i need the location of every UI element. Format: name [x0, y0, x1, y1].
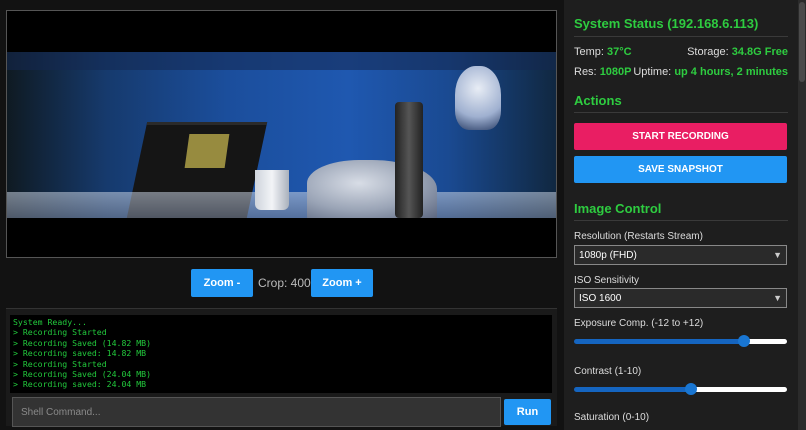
zoom-out-button[interactable]: Zoom - — [191, 269, 253, 297]
divider — [574, 220, 788, 221]
chevron-down-icon: ▼ — [773, 293, 782, 303]
control-panel: System Status (192.168.6.113) Temp: 37°C… — [564, 0, 798, 430]
scene-cup — [255, 170, 289, 210]
start-recording-button[interactable]: START RECORDING — [574, 123, 787, 150]
res-stat: Res: 1080P — [574, 66, 632, 78]
actions-title: Actions — [574, 93, 622, 108]
iso-select[interactable]: ISO 1600 ▼ — [574, 288, 787, 308]
log-line: > Recording Started — [13, 358, 107, 369]
log-line: > Recording Started — [13, 327, 107, 338]
log-line: System Ready... — [13, 317, 87, 327]
video-stream[interactable] — [6, 10, 557, 258]
slider-fill — [574, 339, 744, 344]
iso-label: ISO Sensitivity — [574, 275, 640, 286]
slider-thumb[interactable] — [738, 335, 750, 347]
scene-laptop-screen — [184, 134, 230, 168]
terminal-log[interactable]: System Ready... > Recording Started > Re… — [10, 315, 552, 393]
exposure-label: Exposure Comp. (-12 to +12) — [574, 318, 704, 329]
storage-stat: Storage: 34.8G Free — [687, 46, 788, 58]
resolution-label: Resolution (Restarts Stream) — [574, 231, 703, 242]
slider-fill — [574, 387, 691, 392]
chevron-down-icon: ▼ — [773, 250, 782, 260]
exposure-slider[interactable] — [574, 335, 787, 347]
uptime-stat: Uptime: up 4 hours, 2 minutes — [633, 66, 788, 78]
zoom-in-button[interactable]: Zoom + — [311, 269, 373, 297]
resolution-select[interactable]: 1080p (FHD) ▼ — [574, 245, 787, 265]
save-snapshot-button[interactable]: SAVE SNAPSHOT — [574, 156, 787, 183]
log-line: > Recording saved: 14.82 MB — [13, 348, 147, 359]
shell-command-input[interactable] — [12, 397, 501, 427]
log-line: > Recording Saved (24.04 MB) — [13, 369, 152, 380]
saturation-label: Saturation (0-10) — [574, 412, 650, 423]
contrast-slider[interactable] — [574, 383, 787, 395]
res-value: 1080P — [599, 66, 632, 78]
status-row-1: Temp: 37°C Storage: 34.8G Free — [574, 46, 788, 58]
crop-label: Crop: 400 — [258, 276, 311, 290]
uptime-label: Uptime: — [633, 66, 672, 78]
terminal-panel: System Ready... > Recording Started > Re… — [6, 308, 557, 427]
storage-value: 34.8G Free — [731, 46, 788, 58]
log-line: > Recording Saved (14.82 MB) — [13, 337, 152, 348]
iso-value: ISO 1600 — [579, 292, 622, 304]
main-area: Zoom - Crop: 400 Zoom + System Ready... … — [0, 0, 564, 430]
slider-track — [691, 387, 787, 392]
log-line: > Recording saved: 24.04 MB — [13, 379, 147, 390]
system-status-title: System Status (192.168.6.113) — [574, 16, 759, 31]
uptime-value: up 4 hours, 2 minutes — [674, 66, 788, 78]
slider-thumb[interactable] — [685, 383, 697, 395]
run-button[interactable]: Run — [504, 399, 551, 425]
storage-label: Storage: — [687, 46, 729, 58]
camera-image — [7, 52, 556, 218]
status-row-2: Res: 1080P Uptime: up 4 hours, 2 minutes — [574, 66, 788, 78]
scrollbar[interactable] — [798, 0, 806, 430]
temp-stat: Temp: 37°C — [574, 46, 632, 58]
scene-bottle — [395, 102, 423, 218]
image-control-title: Image Control — [574, 201, 662, 216]
divider — [574, 36, 788, 37]
scrollbar-thumb[interactable] — [799, 2, 805, 82]
temp-label: Temp: — [574, 46, 604, 58]
temp-value: 37°C — [607, 46, 632, 58]
scene-figure — [455, 66, 501, 130]
res-label: Res: — [574, 66, 597, 78]
contrast-label: Contrast (1-10) — [574, 366, 642, 377]
zoom-controls: Zoom - Crop: 400 Zoom + — [0, 269, 564, 297]
resolution-value: 1080p (FHD) — [579, 249, 637, 261]
slider-track — [744, 339, 787, 344]
divider — [574, 112, 788, 113]
